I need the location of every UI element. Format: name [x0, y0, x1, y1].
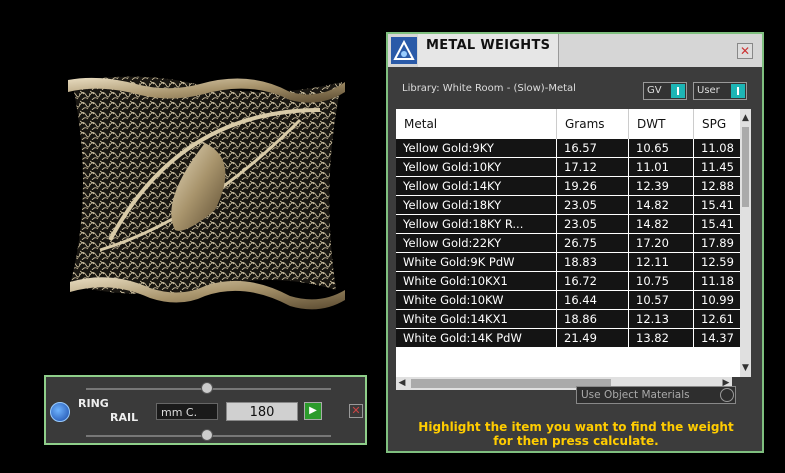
play-icon: ▶	[309, 405, 317, 416]
use-object-materials-label: Use Object Materials	[581, 389, 690, 401]
cell-dwt: 12.13	[628, 309, 694, 329]
cell-dwt: 11.01	[628, 157, 694, 177]
cell-grams: 18.83	[556, 252, 629, 272]
size-value-input[interactable]: 180	[226, 402, 298, 421]
cell-grams: 21.49	[556, 328, 629, 348]
cell-metal: Yellow Gold:18KY R...	[396, 214, 557, 234]
close-icon[interactable]: ✕	[737, 43, 753, 59]
toggle-knob-icon	[671, 84, 685, 98]
close-icon[interactable]: ✕	[349, 404, 363, 418]
cell-metal: White Gold:9K PdW	[396, 252, 557, 272]
vertical-scrollbar[interactable]: ▲ ▼	[740, 109, 751, 377]
cell-metal: White Gold:14K PdW	[396, 328, 557, 348]
top-slider-thumb[interactable]	[201, 382, 213, 394]
use-object-materials-option[interactable]: Use Object Materials	[576, 386, 736, 404]
cell-metal: Yellow Gold:14KY	[396, 176, 557, 196]
ring-label: RING	[78, 397, 109, 410]
table-row[interactable]: Yellow Gold:18KY R... 23.05 14.82 15.41	[396, 214, 751, 234]
cell-dwt: 14.82	[628, 214, 694, 234]
cell-grams: 23.05	[556, 195, 629, 215]
cell-metal: White Gold:10KW	[396, 290, 557, 310]
ring-model	[68, 76, 345, 310]
rail-label: RAIL	[110, 411, 139, 424]
apply-button[interactable]: ▶	[304, 402, 322, 420]
table-row[interactable]: Yellow Gold:18KY 23.05 14.82 15.41	[396, 195, 751, 215]
cell-dwt: 13.82	[628, 328, 694, 348]
cell-grams: 18.86	[556, 309, 629, 329]
table-row[interactable]: White Gold:14K PdW 21.49 13.82 14.37	[396, 328, 751, 348]
cell-grams: 17.12	[556, 157, 629, 177]
cell-dwt: 14.82	[628, 195, 694, 215]
cell-metal: Yellow Gold:22KY	[396, 233, 557, 253]
cell-metal: Yellow Gold:18KY	[396, 195, 557, 215]
table-row[interactable]: Yellow Gold:9KY 16.57 10.65 11.08	[396, 139, 751, 158]
ring-rail-icon[interactable]	[50, 402, 70, 422]
table-row[interactable]: Yellow Gold:22KY 26.75 17.20 17.89	[396, 233, 751, 253]
column-header-grams[interactable]: Grams	[556, 109, 629, 139]
cell-metal: White Gold:14KX1	[396, 309, 557, 329]
cell-grams: 16.44	[556, 290, 629, 310]
table-row[interactable]: Yellow Gold:14KY 19.26 12.39 12.88	[396, 176, 751, 196]
metal-weights-window: METAL WEIGHTS ✕ Library: White Room - (S…	[386, 32, 764, 453]
bottom-slider-thumb[interactable]	[201, 429, 213, 441]
cell-dwt: 12.11	[628, 252, 694, 272]
hint-line-2: for then press calculate.	[493, 434, 659, 448]
ring-rail-panel: RING RAIL mm C. 180 ▶ ✕	[44, 375, 367, 445]
user-toggle[interactable]: User	[693, 82, 747, 100]
column-header-metal[interactable]: Metal	[396, 109, 557, 139]
cell-dwt: 10.75	[628, 271, 694, 291]
cell-grams: 19.26	[556, 176, 629, 196]
user-label: User	[697, 85, 720, 96]
cell-grams: 16.72	[556, 271, 629, 291]
cell-dwt: 17.20	[628, 233, 694, 253]
cell-grams: 16.57	[556, 139, 629, 158]
viewport-3d[interactable]	[0, 0, 380, 370]
cell-grams: 26.75	[556, 233, 629, 253]
metal-weights-icon	[391, 37, 417, 64]
table-row[interactable]: White Gold:10KX1 16.72 10.75 11.18	[396, 271, 751, 291]
gv-toggle[interactable]: GV	[643, 82, 687, 100]
window-title: METAL WEIGHTS	[426, 38, 551, 53]
table-row[interactable]: White Gold:14KX1 18.86 12.13 12.61	[396, 309, 751, 329]
table-row[interactable]: White Gold:9K PdW 18.83 12.11 12.59	[396, 252, 751, 272]
cell-grams: 23.05	[556, 214, 629, 234]
table-row[interactable]: White Gold:10KW 16.44 10.57 10.99	[396, 290, 751, 310]
table-row[interactable]: Yellow Gold:10KY 17.12 11.01 11.45	[396, 157, 751, 177]
radio-icon[interactable]	[720, 388, 734, 402]
cell-metal: White Gold:10KX1	[396, 271, 557, 291]
scroll-left-icon[interactable]: ◀	[396, 377, 408, 390]
table-header: Metal Grams DWT SPG	[396, 109, 751, 139]
cell-metal: Yellow Gold:10KY	[396, 157, 557, 177]
hint-line-1: Highlight the item you want to find the …	[418, 420, 734, 434]
scroll-down-icon[interactable]: ▼	[740, 361, 751, 375]
cell-dwt: 12.39	[628, 176, 694, 196]
scroll-up-icon[interactable]: ▲	[740, 111, 751, 125]
unit-field[interactable]: mm C.	[156, 403, 218, 420]
toggle-knob-icon	[731, 84, 745, 98]
gv-label: GV	[647, 85, 662, 96]
instruction-text: Highlight the item you want to find the …	[398, 420, 754, 448]
library-label: Library: White Room - (Slow)-Metal	[402, 83, 576, 94]
column-header-dwt[interactable]: DWT	[628, 109, 694, 139]
window-titlebar[interactable]: METAL WEIGHTS ✕	[388, 34, 762, 67]
scroll-thumb[interactable]	[742, 127, 749, 207]
cell-metal: Yellow Gold:9KY	[396, 139, 557, 158]
cell-dwt: 10.57	[628, 290, 694, 310]
metal-table: Metal Grams DWT SPG Yellow Gold:9KY 16.57…	[396, 109, 751, 377]
cell-dwt: 10.65	[628, 139, 694, 158]
